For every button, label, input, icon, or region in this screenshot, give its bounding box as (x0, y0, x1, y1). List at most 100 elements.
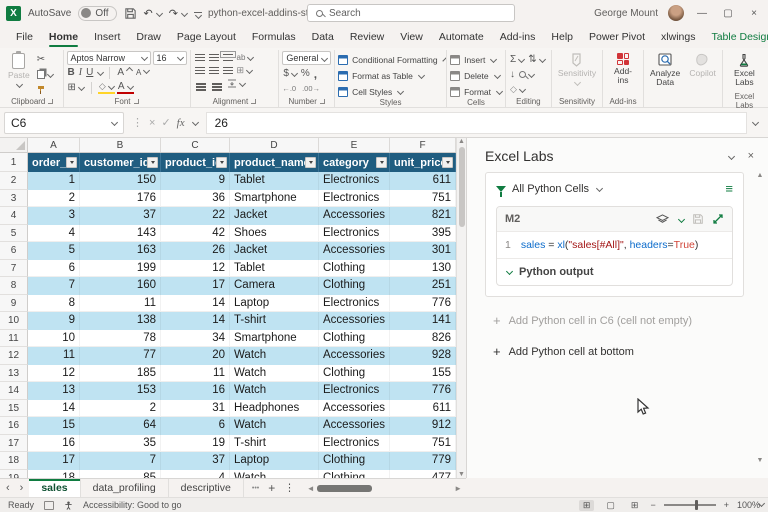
increase-indent-button[interactable] (210, 77, 224, 90)
ribbon-tab-view[interactable]: View (392, 28, 431, 48)
cell-D14[interactable]: Watch (230, 382, 319, 400)
pane-scroll-up-icon[interactable]: ▲ (757, 172, 764, 179)
layers-icon[interactable] (656, 214, 669, 225)
decrease-indent-button[interactable] (194, 77, 208, 90)
styles-conditional-formatting[interactable]: Conditional Formatting (338, 53, 443, 66)
ribbon-tab-data[interactable]: Data (304, 28, 342, 48)
font-size-combo[interactable]: 16 (153, 51, 187, 65)
customize-quick-access-icon[interactable] (194, 9, 201, 18)
cell-E8[interactable]: Clothing (319, 277, 390, 295)
cell-E18[interactable]: Clothing (319, 452, 390, 470)
ribbon-tab-help[interactable]: Help (543, 28, 581, 48)
cell-D18[interactable]: Laptop (230, 452, 319, 470)
cell-B2[interactable]: 150 (80, 172, 161, 190)
cell-E2[interactable]: Electronics (319, 172, 390, 190)
python-output-toggle[interactable]: Python output (497, 258, 732, 285)
orientation-button[interactable]: ab (236, 51, 255, 64)
merge-center-button[interactable] (226, 77, 246, 90)
minimize-button[interactable]: — (694, 8, 710, 19)
cut-button[interactable]: ✂ (36, 53, 54, 66)
cell-E6[interactable]: Accessories (319, 242, 390, 260)
cell-F2[interactable]: 611 (390, 172, 456, 190)
cell-A9[interactable]: 8 (28, 295, 80, 313)
fill-button[interactable]: ↓ (509, 68, 516, 81)
cell-E13[interactable]: Clothing (319, 365, 390, 383)
horizontal-scrollbar[interactable]: ◄ ► (303, 479, 466, 497)
comma-style-button[interactable]: , (313, 67, 318, 80)
dialog-launcher-icon[interactable] (320, 99, 325, 104)
cell-C7[interactable]: 12 (161, 260, 230, 278)
cell-A4[interactable]: 3 (28, 207, 80, 225)
more-sheets-icon[interactable]: ••• (252, 485, 259, 492)
cell-E5[interactable]: Electronics (319, 225, 390, 243)
column-header-F[interactable]: F (390, 138, 456, 152)
filter-dropdown-icon[interactable] (66, 157, 77, 168)
layers-chevron-icon[interactable] (678, 215, 685, 222)
cell-D9[interactable]: Laptop (230, 295, 319, 313)
ribbon-tab-insert[interactable]: Insert (86, 28, 128, 48)
cell-D8[interactable]: Camera (230, 277, 319, 295)
table-header-product_id[interactable]: product_id (161, 153, 230, 172)
cell-C19[interactable]: 4 (161, 470, 230, 479)
row-header-7[interactable]: 7 (0, 260, 28, 278)
prev-sheet-icon[interactable]: ‹ (6, 482, 10, 494)
clear-button[interactable]: ◇ (509, 83, 526, 96)
underline-chevron-icon[interactable] (97, 69, 104, 76)
shrink-font-button[interactable]: A (135, 66, 150, 79)
cell-D7[interactable]: Tablet (230, 260, 319, 278)
cell-E9[interactable]: Electronics (319, 295, 390, 313)
cell-B4[interactable]: 37 (80, 207, 161, 225)
cell-A7[interactable]: 6 (28, 260, 80, 278)
styles-cell-styles[interactable]: Cell Styles (338, 85, 443, 98)
cell-A16[interactable]: 15 (28, 417, 80, 435)
fill-color-button[interactable]: ◇ (98, 81, 115, 94)
ribbon-tab-automate[interactable]: Automate (431, 28, 492, 48)
cell-B7[interactable]: 199 (80, 260, 161, 278)
cell-C18[interactable]: 37 (161, 452, 230, 470)
cell-C10[interactable]: 14 (161, 312, 230, 330)
cell-F14[interactable]: 776 (390, 382, 456, 400)
sheet-tab-data_profiling[interactable]: data_profiling (81, 479, 169, 497)
addins-button[interactable]: Add-ins (606, 51, 640, 88)
cell-A3[interactable]: 2 (28, 190, 80, 208)
cell-B3[interactable]: 176 (80, 190, 161, 208)
zoom-out-icon[interactable]: − (650, 500, 655, 510)
row-header-19[interactable]: 19 (0, 470, 28, 479)
row-header-11[interactable]: 11 (0, 330, 28, 348)
cells-delete[interactable]: Delete (450, 69, 502, 82)
cell-E11[interactable]: Clothing (319, 330, 390, 348)
select-all-corner[interactable] (0, 138, 28, 152)
analyze-data-button[interactable]: Analyze Data (647, 51, 683, 90)
filter-dropdown-icon[interactable] (442, 157, 453, 168)
table-header-order_id[interactable]: order_id (28, 153, 80, 172)
add-sheet-button[interactable]: + (268, 481, 275, 495)
cell-B19[interactable]: 85 (80, 470, 161, 479)
cell-F18[interactable]: 779 (390, 452, 456, 470)
font-name-combo[interactable]: Aptos Narrow (67, 51, 151, 65)
scroll-down-icon[interactable]: ▼ (458, 471, 465, 478)
row-header-3[interactable]: 3 (0, 190, 28, 208)
cell-F19[interactable]: 477 (390, 470, 456, 479)
cell-F3[interactable]: 751 (390, 190, 456, 208)
row-header-12[interactable]: 12 (0, 347, 28, 365)
formula-options-icon[interactable]: ⋮ (132, 116, 143, 129)
normal-view-button[interactable]: ⊞ (579, 500, 595, 511)
autosave-toggle[interactable]: Off (78, 6, 116, 21)
ribbon-tab-formulas[interactable]: Formulas (244, 28, 304, 48)
zoom-slider-thumb[interactable] (695, 500, 699, 510)
spreadsheet-grid[interactable]: ABCDEF1order_idcustomer_idproduct_idprod… (0, 138, 456, 478)
sort-filter-button[interactable]: ⇅ (527, 53, 545, 66)
table-header-category[interactable]: category (319, 153, 390, 172)
cell-E12[interactable]: Accessories (319, 347, 390, 365)
cell-B13[interactable]: 185 (80, 365, 161, 383)
save-cell-icon[interactable] (692, 213, 704, 225)
cell-E15[interactable]: Accessories (319, 400, 390, 418)
scrollbar-thumb[interactable] (459, 147, 465, 227)
pane-scrollbar[interactable]: ▲ ▼ (756, 172, 764, 464)
bold-button[interactable]: B (67, 66, 76, 79)
accessibility-status[interactable]: Accessibility: Good to go (83, 500, 182, 510)
row-header-10[interactable]: 10 (0, 312, 28, 330)
borders-button[interactable]: ⊞ (67, 81, 85, 94)
row-header-15[interactable]: 15 (0, 400, 28, 418)
italic-button[interactable]: I (78, 66, 83, 79)
